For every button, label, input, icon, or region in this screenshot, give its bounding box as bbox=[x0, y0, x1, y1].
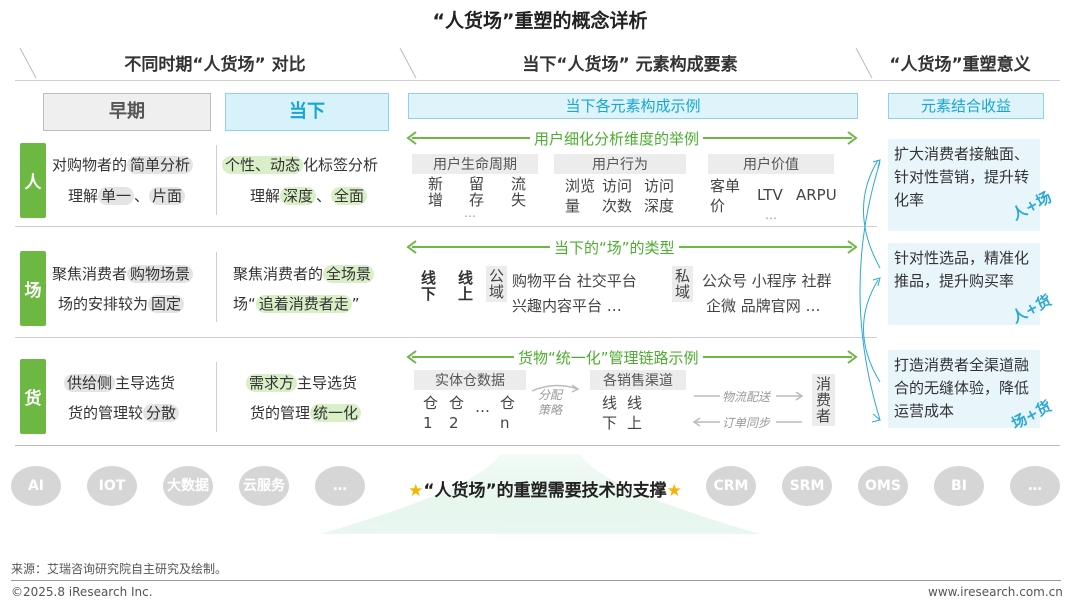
group-head-behavior: 用户行为 bbox=[554, 154, 686, 174]
group-head-value: 用户价值 bbox=[708, 154, 834, 174]
tech-crm: CRM bbox=[706, 466, 756, 506]
section-compare: 不同时期“人货场” 对比 bbox=[124, 55, 306, 75]
place-now-line2: 场“ 追着消费者走” bbox=[233, 295, 360, 313]
site-link[interactable]: www.iresearch.com.cn bbox=[928, 585, 1063, 599]
behavior-item: 访问深度 bbox=[644, 177, 675, 215]
behavior-item: 访问次数 bbox=[602, 177, 633, 215]
tech-cloud: 云服务 bbox=[239, 466, 289, 506]
header-elements: 当下各元素构成示例 bbox=[408, 93, 858, 119]
warehouse-item: 仓n bbox=[500, 394, 516, 432]
goods-now-line1: 需求方 主导选货 bbox=[246, 372, 357, 393]
goods-early-line2: 货的管理较 分散 bbox=[68, 402, 180, 423]
consumer-box: 消费者 bbox=[812, 374, 835, 426]
section-elements: 当下“人货场” 元素构成要素 bbox=[522, 55, 738, 75]
value-item: 客单价 bbox=[710, 177, 741, 215]
tech-bi: BI bbox=[934, 466, 984, 506]
place-early-line1: 聚焦消费者 购物场景 bbox=[52, 263, 194, 284]
tech-more-right: … bbox=[1010, 466, 1060, 506]
public-items: 兴趣内容平台 … bbox=[512, 297, 622, 315]
channel-item: 线上 bbox=[627, 394, 643, 432]
row-label-goods: 货 bbox=[20, 359, 46, 434]
value-item: LTV bbox=[757, 186, 783, 204]
place-private: 私域 bbox=[672, 266, 693, 302]
col-divider bbox=[216, 145, 217, 215]
behavior-item: 浏览量 bbox=[565, 177, 596, 215]
tech-ai: AI bbox=[11, 466, 61, 506]
section-slashes bbox=[19, 47, 873, 79]
star-icon: ★ bbox=[408, 481, 424, 501]
copyright: ©2025.8 iResearch Inc. bbox=[11, 585, 153, 599]
header-early: 早期 bbox=[43, 93, 211, 131]
more-ellipsis: … bbox=[464, 206, 476, 220]
place-offline: 线下 bbox=[419, 270, 437, 302]
private-items: 公众号 小程序 社群 bbox=[702, 272, 832, 290]
tech-iot: IOT bbox=[87, 466, 137, 506]
row-label-place: 场 bbox=[20, 251, 46, 326]
warehouse-item: 仓2 bbox=[449, 394, 465, 432]
goods-early-line1: 供给侧 主导选货 bbox=[64, 372, 175, 393]
support-caption: ★“人货场”的重塑需要技术的支撑★ bbox=[408, 481, 682, 501]
warehouse-item: … bbox=[475, 398, 490, 416]
col-divider bbox=[216, 252, 217, 322]
more-ellipsis: … bbox=[765, 208, 777, 222]
star-icon: ★ bbox=[666, 481, 682, 501]
arrow-label-place: 当下的“场”的类型 bbox=[550, 237, 679, 258]
section-meaning: “人货场”重塑意义 bbox=[889, 55, 1031, 75]
flow-arrows bbox=[692, 392, 804, 427]
lifecycle-item: 留存 bbox=[467, 176, 485, 208]
goods-now-line2: 货的管理 统一化 bbox=[250, 402, 362, 423]
private-items: 企微 品牌官网 … bbox=[706, 297, 821, 315]
tech-srm: SRM bbox=[782, 466, 832, 506]
person-now-line1: 个性、动态 化标签分析 bbox=[222, 154, 378, 175]
place-early-line2: 场的安排较为 固定 bbox=[58, 293, 185, 314]
lifecycle-item: 新增 bbox=[426, 176, 444, 208]
row-label-person: 人 bbox=[20, 143, 46, 218]
place-now-line1: 聚焦消费者的 全场景 bbox=[233, 263, 375, 284]
tech-bigdata: 大数据 bbox=[163, 466, 213, 506]
group-head-lifecycle: 用户生命周期 bbox=[412, 154, 538, 174]
channel-item: 线下 bbox=[602, 394, 618, 432]
row-divider bbox=[15, 226, 877, 227]
person-early-line1: 对购物者的 简单分析 bbox=[52, 154, 194, 175]
arrow-label-goods: 货物“统一化”管理链路示例 bbox=[514, 347, 703, 368]
value-item: ARPU bbox=[796, 186, 837, 204]
channels-head: 各销售渠道 bbox=[590, 370, 686, 390]
warehouse-head: 实体仓数据 bbox=[414, 370, 526, 390]
col-divider bbox=[216, 362, 217, 432]
row-divider bbox=[15, 445, 1060, 446]
lifecycle-item: 流失 bbox=[509, 176, 527, 208]
header-benefit: 元素结合收益 bbox=[888, 93, 1044, 119]
public-items: 购物平台 社交平台 bbox=[512, 272, 637, 290]
benefit-connectors bbox=[859, 159, 882, 423]
footer-divider bbox=[11, 580, 1061, 581]
place-public: 公域 bbox=[486, 266, 507, 302]
person-now-line2: 理解 深度、全面 bbox=[250, 185, 368, 206]
arrow-right-icon bbox=[531, 384, 580, 393]
place-online: 线上 bbox=[456, 270, 474, 302]
header-now: 当下 bbox=[225, 93, 389, 131]
arrow-label-person: 用户细化分析维度的举例 bbox=[530, 128, 704, 149]
tech-oms: OMS bbox=[858, 466, 908, 506]
warehouse-item: 仓1 bbox=[423, 394, 439, 432]
source-note: 来源：艾瑞咨询研究院自主研究及绘制。 bbox=[11, 562, 228, 576]
row-divider bbox=[15, 337, 877, 338]
person-early-line2: 理解 单一、片面 bbox=[68, 185, 186, 206]
tech-more-left: … bbox=[315, 466, 365, 506]
